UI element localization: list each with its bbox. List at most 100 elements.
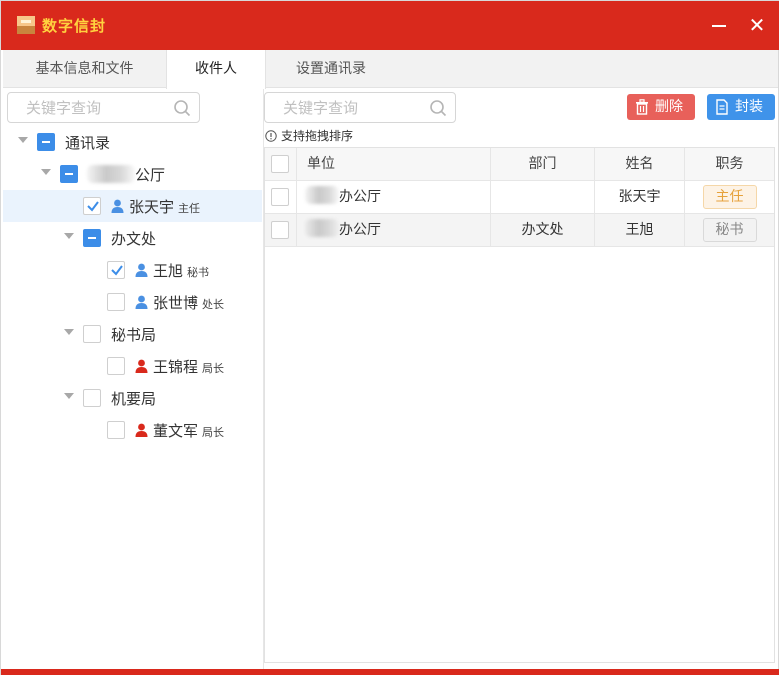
bottom-accent-bar xyxy=(1,669,779,675)
hint-text: 支持拖拽排序 xyxy=(281,129,354,143)
app-envelope-icon xyxy=(17,16,35,34)
column-header-title[interactable]: 职务 xyxy=(685,148,774,180)
tree-node-label: 机要局 xyxy=(111,390,157,408)
member-name: 张世博 处长 xyxy=(153,294,225,312)
tree-checkbox[interactable] xyxy=(83,325,101,343)
column-header-unit[interactable]: 单位 xyxy=(297,148,491,180)
table-header-row: 单位 部门 姓名 职务 xyxy=(265,148,774,181)
minimize-button[interactable] xyxy=(710,17,728,35)
document-icon xyxy=(716,99,728,115)
tree-checkbox[interactable] xyxy=(107,261,125,279)
member-name: 张天宇 主任 xyxy=(129,198,201,216)
tree-member-wang-jincheng[interactable]: 王锦程 局长 xyxy=(3,350,262,382)
row-select-cell xyxy=(265,181,297,213)
tree-checkbox[interactable] xyxy=(83,197,101,215)
member-name: 王锦程 局长 xyxy=(153,358,225,376)
tree-node-label: 办文处 xyxy=(111,230,157,248)
tree-node-label: 通讯录 xyxy=(65,134,111,152)
seal-button[interactable]: 封装 xyxy=(707,94,775,120)
tree-checkbox[interactable] xyxy=(107,293,125,311)
member-role: 秘书 xyxy=(187,266,210,279)
tree-node-office[interactable]: 公厅 xyxy=(3,158,262,190)
tree-member-zhang-shibo[interactable]: 张世博 处长 xyxy=(3,286,262,318)
redacted-text xyxy=(305,219,339,237)
delete-button[interactable]: 删除 xyxy=(627,94,695,120)
column-header-name[interactable]: 姓名 xyxy=(595,148,685,180)
search-icon[interactable] xyxy=(173,99,191,117)
title-bar[interactable]: 数字信封 ✕ xyxy=(1,1,779,50)
tree-checkbox[interactable] xyxy=(83,389,101,407)
tree-checkbox[interactable] xyxy=(107,421,125,439)
member-name: 王旭 秘书 xyxy=(153,262,210,280)
window-title: 数字信封 xyxy=(42,17,107,35)
tab-recipients[interactable]: 收件人 xyxy=(166,50,266,89)
trash-icon xyxy=(636,99,648,115)
digital-envelope-window: 数字信封 ✕ 基本信息和文件 收件人 设置通讯录 通讯录 公厅 xyxy=(0,0,779,675)
member-name: 董文军 局长 xyxy=(153,422,225,440)
tree-caret-icon[interactable] xyxy=(18,137,28,143)
title-cell: 秘书 xyxy=(685,214,774,246)
row-checkbox[interactable] xyxy=(271,221,289,239)
tree-caret-icon[interactable] xyxy=(64,329,74,335)
recipients-panel: 删除 封装 支持拖拽排序 单位 部门 姓 xyxy=(264,89,778,669)
member-role: 局长 xyxy=(202,362,225,375)
recipient-search-input[interactable] xyxy=(283,97,413,119)
address-tree-panel: 通讯录 公厅 张天宇主任 办文处 xyxy=(3,89,264,669)
delete-button-label: 删除 xyxy=(655,99,683,115)
person-blue-icon xyxy=(135,263,148,277)
redacted-text xyxy=(305,186,339,204)
title-tag: 秘书 xyxy=(702,218,757,242)
seal-button-label: 封装 xyxy=(735,99,763,115)
header-select-cell xyxy=(265,148,297,180)
tree-node-dept-mishu[interactable]: 秘书局 xyxy=(3,318,262,350)
person-red-icon xyxy=(135,423,148,437)
close-button[interactable]: ✕ xyxy=(746,14,768,36)
member-role: 主任 xyxy=(178,202,201,215)
tree-caret-icon[interactable] xyxy=(41,169,51,175)
dept-cell xyxy=(491,181,595,213)
tab-address-book-settings[interactable]: 设置通讯录 xyxy=(266,50,396,88)
tree-member-wang-xu[interactable]: 王旭 秘书 xyxy=(3,254,262,286)
member-role: 处长 xyxy=(202,298,225,311)
recipient-table: 单位 部门 姓名 职务 办公厅 张天宇 主任 办公厅 办文处 王旭 秘书 xyxy=(264,147,775,663)
title-tag: 主任 xyxy=(702,185,757,209)
unit-cell: 办公厅 xyxy=(297,214,491,246)
table-row[interactable]: 办公厅 张天宇 主任 xyxy=(265,181,774,214)
tree-checkbox[interactable] xyxy=(83,229,101,247)
tree-member-dong-wenjun[interactable]: 董文军 局长 xyxy=(3,414,262,446)
tree-caret-icon[interactable] xyxy=(64,393,74,399)
person-blue-icon xyxy=(111,199,124,213)
tree-search-box[interactable] xyxy=(7,92,200,123)
column-header-dept[interactable]: 部门 xyxy=(491,148,595,180)
unit-cell: 办公厅 xyxy=(297,181,491,213)
tree-node-dept-jiyao[interactable]: 机要局 xyxy=(3,382,262,414)
member-role: 局长 xyxy=(202,426,225,439)
checkmark-icon xyxy=(111,265,123,276)
tree-checkbox[interactable] xyxy=(37,133,55,151)
tree-node-root[interactable]: 通讯录 xyxy=(3,126,262,158)
search-icon[interactable] xyxy=(429,99,447,117)
tree-search-input[interactable] xyxy=(26,97,156,119)
redacted-text xyxy=(87,165,135,183)
tree-checkbox[interactable] xyxy=(107,357,125,375)
drag-sort-hint: 支持拖拽排序 xyxy=(265,127,353,144)
row-checkbox[interactable] xyxy=(271,188,289,206)
tab-bar: 基本信息和文件 收件人 设置通讯录 xyxy=(3,50,778,89)
info-icon xyxy=(265,130,277,142)
dept-cell: 办文处 xyxy=(491,214,595,246)
tree-node-label: 秘书局 xyxy=(111,326,157,344)
tree-node-label: 公厅 xyxy=(87,164,165,185)
tree-checkbox[interactable] xyxy=(60,165,78,183)
tree-member-zhang-tianyu[interactable]: 张天宇 主任 xyxy=(3,190,262,222)
row-select-cell xyxy=(265,214,297,246)
name-cell: 王旭 xyxy=(595,214,685,246)
tree-node-dept-banwen[interactable]: 办文处 xyxy=(3,222,262,254)
person-blue-icon xyxy=(135,295,148,309)
tab-basic-info[interactable]: 基本信息和文件 xyxy=(3,50,166,88)
title-cell: 主任 xyxy=(685,181,774,213)
table-row[interactable]: 办公厅 办文处 王旭 秘书 xyxy=(265,214,774,247)
tree-caret-icon[interactable] xyxy=(64,233,74,239)
select-all-checkbox[interactable] xyxy=(271,155,289,173)
name-cell: 张天宇 xyxy=(595,181,685,213)
recipient-search-box[interactable] xyxy=(264,92,456,123)
